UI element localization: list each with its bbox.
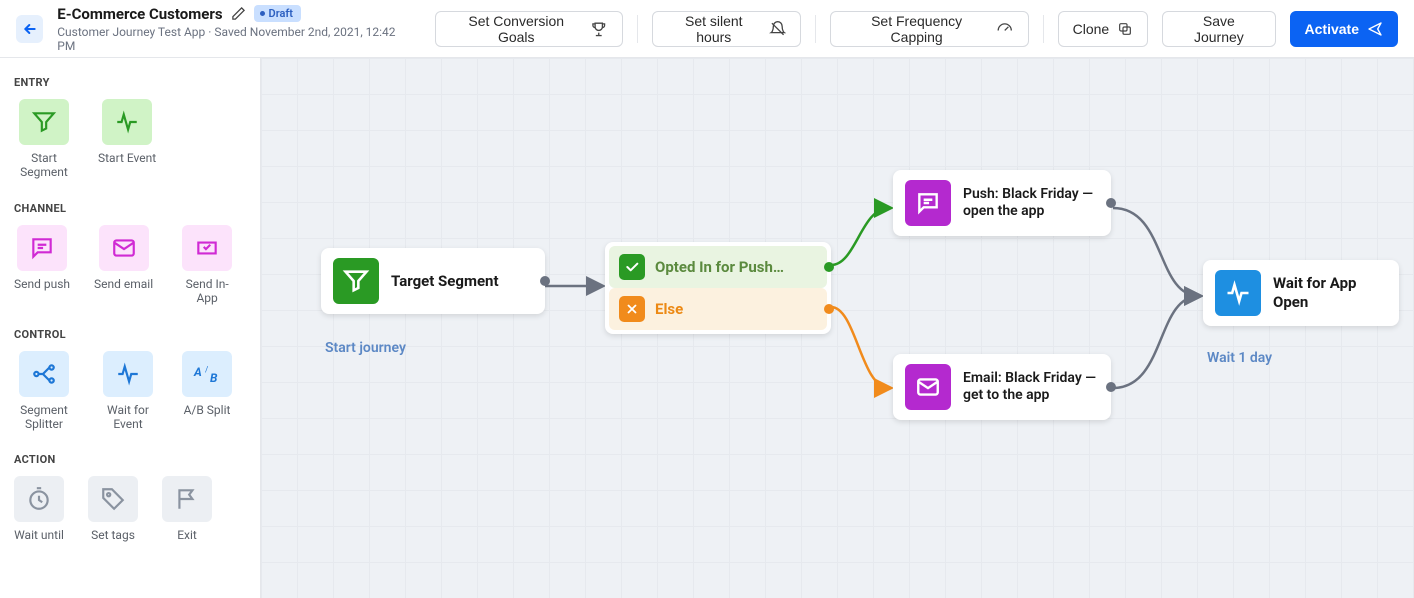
palette-send-push[interactable]: Send push (14, 225, 70, 306)
page-title: E-Commerce Customers (57, 5, 222, 23)
tag-icon (100, 486, 126, 512)
svg-text:B: B (210, 371, 218, 385)
pulse-icon (115, 361, 141, 387)
ab-icon: A/B (192, 361, 222, 387)
pal-label: Set tags (91, 528, 135, 542)
palette-send-email[interactable]: Send email (94, 225, 153, 306)
palette-set-tags[interactable]: Set tags (88, 476, 138, 542)
funnel-icon (342, 267, 370, 295)
app-name: Customer Journey Test App (57, 25, 205, 39)
btn-label: Clone (1073, 21, 1110, 37)
back-button[interactable] (16, 15, 43, 43)
pulse-icon (1224, 279, 1252, 307)
branch-label: Opted In for Push… (655, 258, 784, 276)
gauge-icon (996, 20, 1014, 38)
split-branch-else[interactable]: Else (609, 288, 827, 330)
pal-label: Start Segment (14, 151, 74, 180)
bell-off-icon (769, 20, 786, 38)
pal-label: Send email (94, 277, 153, 291)
btn-label: Set Conversion Goals (450, 13, 582, 45)
main: ENTRY Start Segment Start Event CHANNEL … (0, 58, 1414, 598)
pulse-icon (114, 109, 140, 135)
palette-segment-splitter[interactable]: Segment Splitter (14, 351, 74, 432)
btn-label: Set silent hours (667, 13, 761, 45)
split-icon (31, 361, 57, 387)
section-label-control: CONTROL (14, 328, 258, 341)
silent-hours-button[interactable]: Set silent hours (652, 11, 801, 47)
send-icon (1367, 21, 1383, 37)
palette-start-event[interactable]: Start Event (98, 99, 156, 180)
node-push[interactable]: Push: Black Friday — open the app (893, 170, 1111, 236)
palette-wait-until[interactable]: Wait until (14, 476, 64, 542)
pal-label: Wait for Event (98, 403, 158, 432)
node-port[interactable] (1106, 198, 1116, 208)
node-port[interactable] (540, 276, 550, 286)
conversion-goals-button[interactable]: Set Conversion Goals (435, 11, 623, 47)
pal-label: Exit (177, 528, 197, 542)
section-label-action: ACTION (14, 453, 258, 466)
pal-label: Wait until (14, 528, 64, 542)
pal-label: Send In-App (177, 277, 237, 306)
node-email[interactable]: Email: Black Friday — get to the app (893, 354, 1111, 420)
x-icon (619, 296, 645, 322)
branch-port[interactable] (824, 304, 834, 314)
section-label-channel: CHANNEL (14, 202, 258, 215)
pal-label: A/B Split (184, 403, 231, 417)
mail-icon (111, 235, 137, 261)
check-icon (619, 254, 645, 280)
node-port[interactable] (1106, 382, 1116, 392)
chat-icon (915, 190, 941, 216)
palette-start-segment[interactable]: Start Segment (14, 99, 74, 180)
subtitle: Customer Journey Test App · Saved Novemb… (57, 25, 407, 53)
sidebar: ENTRY Start Segment Start Event CHANNEL … (0, 58, 261, 598)
funnel-icon (31, 109, 57, 135)
pal-label: Segment Splitter (14, 403, 74, 432)
branch-port[interactable] (824, 262, 834, 272)
node-title: Target Segment (391, 272, 499, 291)
btn-label: Save Journey (1177, 13, 1260, 45)
mail-icon (915, 374, 941, 400)
title-block: E-Commerce Customers Draft Customer Jour… (57, 5, 407, 53)
svg-text:/: / (205, 365, 209, 374)
clone-button[interactable]: Clone (1058, 11, 1149, 47)
trophy-icon (590, 20, 608, 38)
flag-icon (174, 486, 200, 512)
save-button[interactable]: Save Journey (1162, 11, 1275, 47)
frequency-capping-button[interactable]: Set Frequency Capping (830, 11, 1029, 47)
node-title: Push: Black Friday — open the app (963, 186, 1099, 221)
palette-wait-event[interactable]: Wait for Event (98, 351, 158, 432)
node-caption-wait: Wait 1 day (1207, 350, 1272, 366)
palette-exit[interactable]: Exit (162, 476, 212, 542)
palette-ab-split[interactable]: A/B A/B Split (182, 351, 232, 432)
node-title: Email: Black Friday — get to the app (963, 370, 1099, 405)
node-split[interactable]: Opted In for Push… Else (605, 242, 831, 334)
header-bar: E-Commerce Customers Draft Customer Jour… (0, 0, 1414, 58)
node-title: Wait for App Open (1273, 274, 1387, 312)
btn-label: Activate (1305, 21, 1359, 37)
section-label-entry: ENTRY (14, 76, 258, 89)
arrow-left-icon (22, 21, 38, 37)
edit-icon[interactable] (231, 6, 246, 21)
connectors (261, 58, 1414, 598)
palette-send-inapp[interactable]: Send In-App (177, 225, 237, 306)
btn-label: Set Frequency Capping (845, 13, 988, 45)
node-target-segment[interactable]: Target Segment (321, 248, 545, 314)
ticket-icon (194, 235, 220, 261)
pal-label: Send push (14, 277, 70, 291)
pal-label: Start Event (98, 151, 156, 165)
node-caption-start: Start journey (325, 340, 406, 356)
chat-icon (29, 235, 55, 261)
activate-button[interactable]: Activate (1290, 11, 1398, 47)
stopwatch-icon (26, 486, 52, 512)
branch-label: Else (655, 300, 683, 318)
canvas[interactable]: Target Segment Start journey Opted In fo… (261, 58, 1414, 598)
split-branch-opted-in[interactable]: Opted In for Push… (609, 246, 827, 288)
copy-icon (1117, 21, 1133, 37)
node-wait[interactable]: Wait for App Open (1203, 260, 1399, 326)
svg-text:A: A (193, 365, 202, 379)
status-badge: Draft (254, 5, 301, 22)
